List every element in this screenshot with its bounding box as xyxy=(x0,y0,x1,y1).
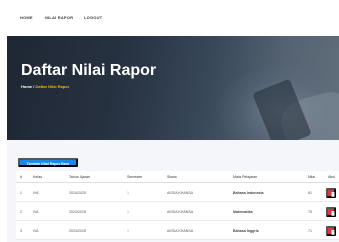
cell-nilai: 81 xyxy=(308,190,312,195)
cell-mata-pelajaran: Matematika xyxy=(233,209,253,214)
header-nilai: Nilai xyxy=(308,175,315,179)
cell-number: 1 xyxy=(20,190,22,195)
cell-tahun-ajaran: 2024/2025 xyxy=(69,190,86,195)
cell-tahun-ajaran: 2024/2025 xyxy=(69,228,86,233)
table-row: 2 IVA 2024/2025 1 AISSA KHANSA Matematik… xyxy=(16,202,339,221)
header-kelas: Kelas xyxy=(33,175,42,179)
header-mata-pelajaran: Mata Pelajaran xyxy=(233,175,258,179)
header-number: # xyxy=(20,175,22,179)
cell-nilai: 75 xyxy=(308,209,312,214)
cell-kelas: IVA xyxy=(33,190,39,195)
hero-banner: Daftar Nilai Rapor Home / Daftar Nilai R… xyxy=(7,36,339,140)
delete-button[interactable] xyxy=(326,206,336,217)
cell-semester: 1 xyxy=(127,209,129,214)
table-header-row: # Kelas Tahun Ajaran Semester Siswa Mata… xyxy=(16,171,339,183)
breadcrumb: Home / Daftar Nilai Rapor xyxy=(21,84,69,89)
cell-nilai: 71 xyxy=(308,228,312,233)
table-row: 3 IVA 2024/2025 1 AISSA KHANSA Bahasa In… xyxy=(16,221,339,240)
cell-siswa: AISSA KHANSA xyxy=(167,228,194,233)
header-aksi: Aksi xyxy=(328,175,335,179)
cell-siswa: AISSA KHANSA xyxy=(167,209,194,214)
nav-link-nilai-rapor[interactable]: NILAI RAPOR xyxy=(45,15,73,20)
top-nav: HOME NILAI RAPOR LOGOUT xyxy=(0,0,339,36)
header-semester: Semester xyxy=(127,175,143,179)
cell-tahun-ajaran: 2024/2025 xyxy=(69,209,86,214)
page-title: Daftar Nilai Rapor xyxy=(21,62,157,79)
main-content: Tambah Nilai Rapor Baru # Kelas Tahun Aj… xyxy=(7,140,339,242)
header-siswa: Siswa xyxy=(167,175,177,179)
trash-icon xyxy=(331,192,335,197)
cell-kelas: IVA xyxy=(33,209,39,214)
trash-icon xyxy=(331,230,335,235)
cell-semester: 1 xyxy=(127,228,129,233)
nav-link-logout[interactable]: LOGOUT xyxy=(84,15,102,20)
cell-siswa: AISSA KHANSA xyxy=(167,190,194,195)
table-row: 1 IVA 2024/2025 1 AISSA KHANSA Bahasa In… xyxy=(16,183,339,202)
delete-button[interactable] xyxy=(326,225,336,236)
trash-icon xyxy=(331,211,335,216)
cell-number: 2 xyxy=(20,209,22,214)
cell-mata-pelajaran: Bahasa Inggris xyxy=(233,228,259,233)
delete-button[interactable] xyxy=(326,187,336,198)
breadcrumb-current: Daftar Nilai Rapor xyxy=(35,84,70,89)
cell-kelas: IVA xyxy=(33,228,39,233)
cell-number: 3 xyxy=(20,228,22,233)
cell-semester: 1 xyxy=(127,190,129,195)
add-nilai-rapor-button[interactable]: Tambah Nilai Rapor Baru xyxy=(18,158,78,167)
breadcrumb-home[interactable]: Home xyxy=(21,84,32,89)
header-tahun-ajaran: Tahun Ajaran xyxy=(69,175,90,179)
cell-mata-pelajaran: Bahasa Indonesia xyxy=(233,190,264,195)
nav-link-home[interactable]: HOME xyxy=(20,15,33,20)
nilai-rapor-table: # Kelas Tahun Ajaran Semester Siswa Mata… xyxy=(16,171,339,240)
